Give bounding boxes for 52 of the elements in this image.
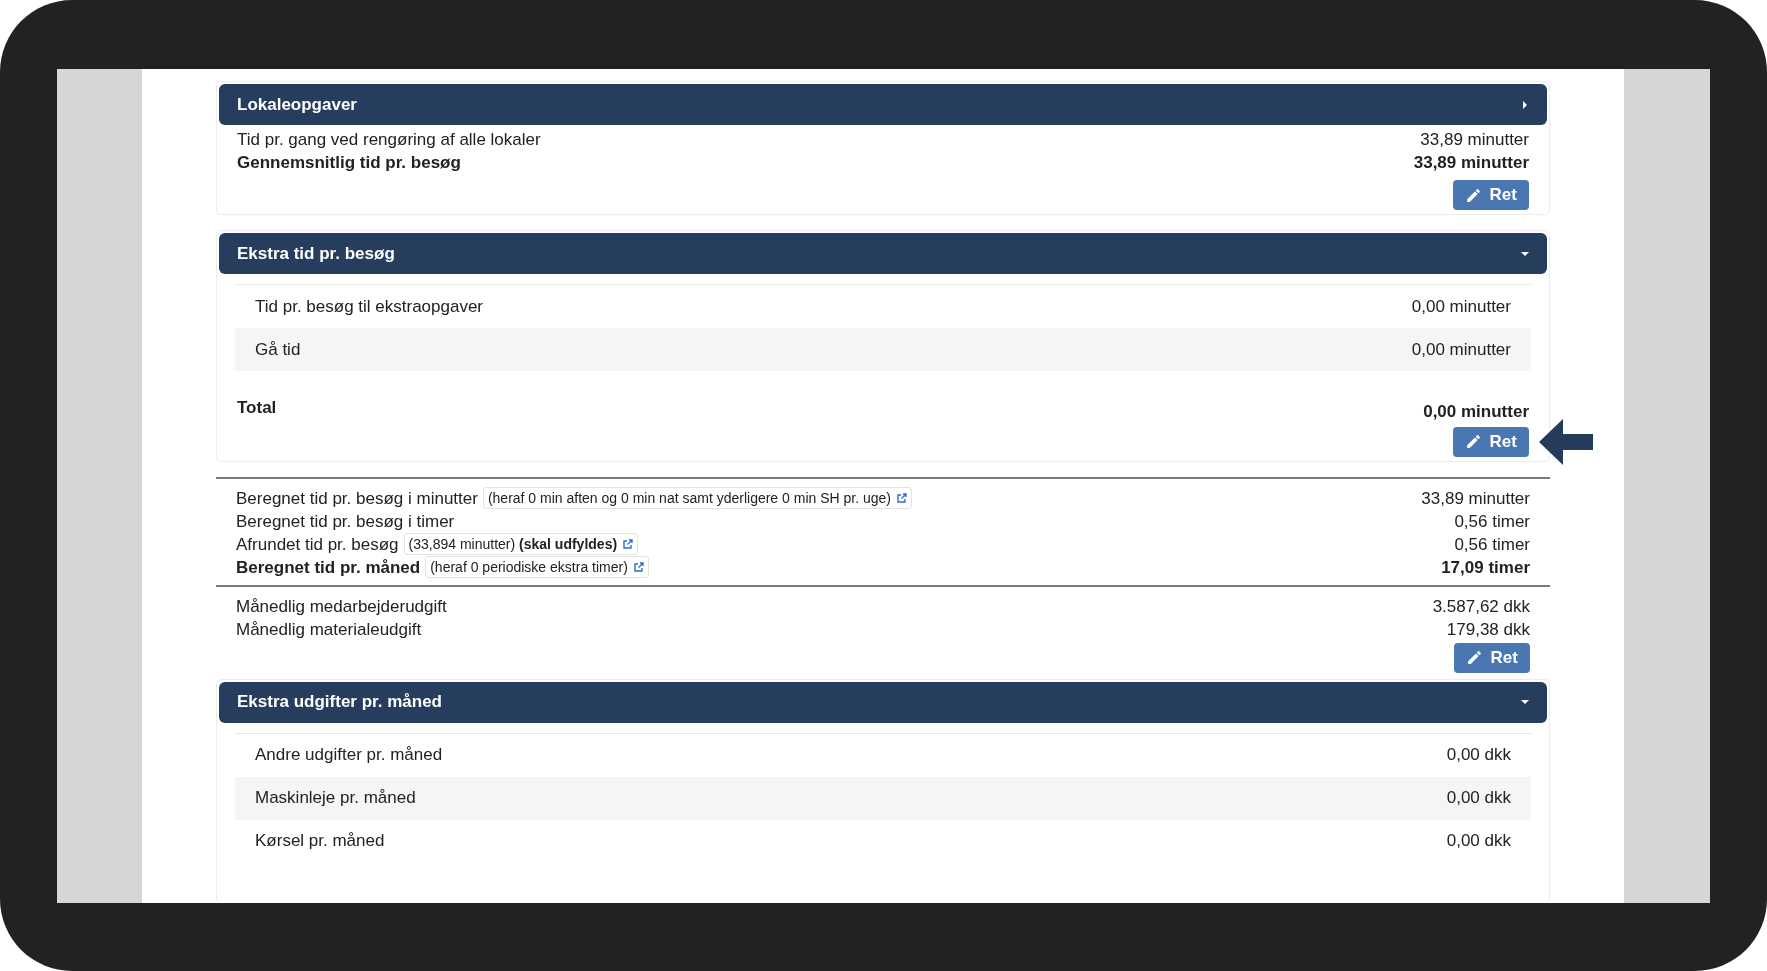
row-label: Gå tid xyxy=(255,338,301,361)
row-value: 0,00 minutter xyxy=(1411,338,1511,361)
row-value: 0,00 dkk xyxy=(1446,744,1511,767)
edit-button[interactable]: Ret xyxy=(1452,180,1529,210)
note-text: (heraf 0 min aften og 0 min nat samt yderligere 0 min SH pr. uge) xyxy=(487,489,891,508)
line-value: 0,56 timer xyxy=(1454,533,1530,556)
edit-button[interactable]: Ret xyxy=(1452,426,1529,457)
pencil-icon xyxy=(1464,433,1482,450)
row-label: Tid pr. besøg til ekstraopgaver xyxy=(255,295,484,318)
line-value: 33,89 minutter xyxy=(1413,152,1529,174)
pencil-icon xyxy=(1465,649,1483,666)
panel-header[interactable]: Lokaleopgaver xyxy=(219,84,1547,125)
external-link-icon xyxy=(623,539,634,549)
line-label: Gennemsnitlig tid pr. besøg xyxy=(237,152,461,174)
note-link[interactable]: (heraf 0 periodiske ekstra timer) xyxy=(425,556,649,578)
external-link-icon xyxy=(633,562,644,572)
line-value: 33,89 minutter xyxy=(1421,487,1530,510)
total-label: Total xyxy=(237,397,277,419)
panel-title: Lokaleopgaver xyxy=(237,93,357,116)
row-label: Maskinleje pr. måned xyxy=(255,787,416,810)
line-value: 33,89 minutter xyxy=(1420,129,1529,151)
note-text: (33,894 minutter) (skal udfyldes) xyxy=(408,535,618,554)
row-value: 0,00 dkk xyxy=(1446,830,1511,853)
caret-down-icon xyxy=(1521,249,1529,258)
row-label: Andre udgifter pr. måned xyxy=(255,744,443,767)
edit-button[interactable]: Ret xyxy=(1453,642,1530,673)
pencil-icon xyxy=(1464,186,1482,204)
line-label: Tid pr. gang ved rengøring af alle lokaler xyxy=(237,129,541,151)
row-value: 0,00 minutter xyxy=(1411,295,1511,318)
line-label: Beregnet tid pr. måned xyxy=(236,556,421,579)
line-label: Beregnet tid pr. besøg i minutter xyxy=(236,487,478,510)
panel-title: Ekstra tid pr. besøg xyxy=(237,242,395,265)
external-link-icon xyxy=(897,493,907,503)
line-value: 17,09 timer xyxy=(1441,556,1530,579)
line-value: 0,56 timer xyxy=(1454,510,1530,533)
line-label: Månedlig medarbejderudgift xyxy=(236,595,447,618)
line-label: Månedlig materialeudgift xyxy=(236,618,422,641)
panel-header[interactable]: Ekstra tid pr. besøg xyxy=(219,233,1547,274)
line-value: 3.587,62 dkk xyxy=(1432,595,1530,618)
panel-header[interactable]: Ekstra udgifter pr. måned xyxy=(219,681,1547,723)
note-text: (heraf 0 periodiske ekstra timer) xyxy=(430,558,628,577)
note-link[interactable]: (33,894 minutter) (skal udfyldes) xyxy=(403,533,639,555)
panel-title: Ekstra udgifter pr. måned xyxy=(237,691,442,714)
note-link[interactable]: (heraf 0 min aften og 0 min nat samt yderligere 0 min SH pr. uge) xyxy=(482,487,912,509)
row-value: 0,00 dkk xyxy=(1446,787,1511,810)
total-value: 0,00 minutter xyxy=(1423,401,1529,423)
line-label: Beregnet tid pr. besøg i timer xyxy=(236,510,455,533)
caret-down-icon xyxy=(1521,698,1529,706)
row-label: Kørsel pr. måned xyxy=(255,830,385,853)
caret-right-icon xyxy=(1521,100,1529,109)
line-value: 179,38 dkk xyxy=(1446,618,1530,641)
line-label: Afrundet tid pr. besøg xyxy=(236,533,399,556)
